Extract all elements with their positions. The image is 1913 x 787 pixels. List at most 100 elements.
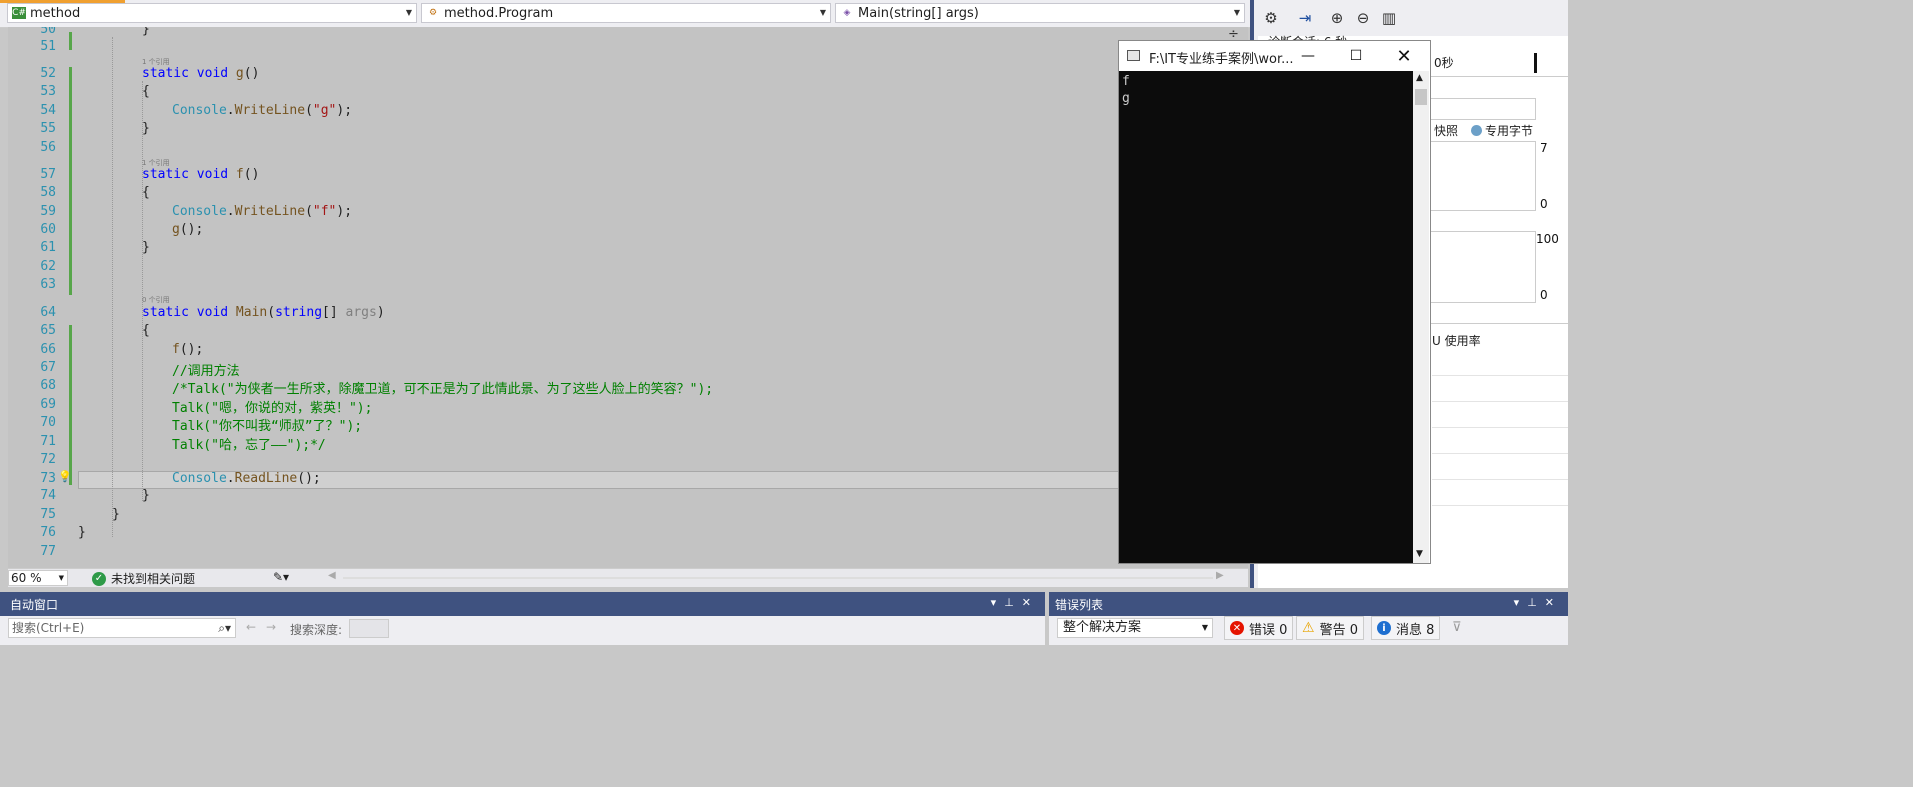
chevron-down-icon: ▼	[58, 574, 64, 582]
scroll-up-icon[interactable]: ▲	[1416, 73, 1423, 83]
scope-label: 整个解决方案	[1063, 620, 1142, 635]
timeline-cursor[interactable]	[1534, 53, 1537, 73]
comment-line: /*Talk("为侠者一生所求，除魔卫道，可不正是为了此情此景、为了这些人脸上的…	[172, 382, 714, 397]
snapshot-legend: 快照	[1434, 124, 1459, 138]
lightbulb-icon[interactable]: 💡	[58, 470, 72, 483]
cpu-graph	[1428, 231, 1536, 303]
code-line: static void g()	[142, 66, 260, 81]
project-dropdown-label: method	[30, 5, 81, 21]
chevron-down-icon: ▼	[1233, 8, 1240, 17]
code-editor[interactable]: 50 51 52 53 54 55 56 57 58 59 60 61 62 63 64 65 66 67 68 69…	[8, 27, 1248, 568]
zoom-dropdown[interactable]: 60 % ▼	[8, 570, 68, 586]
code-line: }	[142, 27, 150, 37]
filter-icon[interactable]: ⊽	[1452, 620, 1462, 635]
member-dropdown-label: Main(string[] args)	[858, 5, 979, 21]
messages-filter[interactable]: i 消息 8	[1371, 616, 1441, 640]
method-icon: ◈	[843, 8, 851, 18]
console-window[interactable]: F:\IT专业练手案例\wor... — ☐ ✕ f g ▲ ▼	[1118, 40, 1431, 564]
warning-icon: ⚠	[1302, 620, 1315, 636]
comment-line: Talk("你不叫我“师叔”了？");	[172, 419, 363, 434]
search-depth-label: 搜索深度:	[290, 623, 343, 637]
auto-window-title-bar: 自动窗口 ▾⊥✕	[0, 592, 1045, 616]
scroll-thumb[interactable]	[1415, 89, 1427, 105]
comment-line: //调用方法	[172, 364, 240, 379]
editor-status-bar: 60 % ▼ ✓ 未找到相关问题 ✎▾ ◀ ▶	[8, 568, 1248, 587]
line-number: 67	[40, 360, 56, 375]
line-number: 59	[40, 204, 56, 219]
cpu-usage-label: U 使用率	[1432, 334, 1481, 348]
line-number: 61	[40, 240, 56, 255]
indent-guide	[142, 81, 144, 501]
minimize-icon[interactable]: —	[1285, 41, 1331, 71]
code-line: Console.ReadLine();	[172, 471, 321, 486]
line-number: 68	[40, 378, 56, 393]
maximize-icon[interactable]: ☐	[1333, 41, 1379, 71]
line-number: 72	[40, 452, 56, 467]
search-input[interactable]: 搜索(Ctrl+E) ⌕▾	[8, 618, 236, 638]
timeline-label: 0秒	[1434, 56, 1454, 70]
info-icon: i	[1377, 621, 1391, 635]
line-number: 66	[40, 342, 56, 357]
code-line: f();	[172, 342, 204, 357]
code-line: static void Main(string[] args)	[142, 305, 385, 320]
reference-count[interactable]: 0 个引用	[142, 295, 170, 305]
search-icon[interactable]: ⌕▾	[218, 619, 231, 637]
line-number: 54	[40, 103, 56, 118]
scroll-left-icon[interactable]: ◀	[328, 570, 336, 581]
horizontal-scrollbar[interactable]	[343, 577, 1213, 579]
filter-box[interactable]	[1428, 98, 1536, 120]
line-number: 56	[40, 140, 56, 155]
scroll-down-icon[interactable]: ▼	[1416, 549, 1423, 559]
console-scrollbar[interactable]: ▲ ▼	[1413, 71, 1429, 563]
diagnostic-toolbar: ⚙ ⇥ ⊕ ⊖ ▥	[1254, 4, 1568, 32]
line-number: 52	[40, 66, 56, 81]
messages-count: 消息 8	[1396, 622, 1435, 638]
member-dropdown[interactable]: ◈ Main(string[] args) ▼	[835, 3, 1245, 23]
class-dropdown-label: method.Program	[444, 5, 554, 21]
line-number: 65	[40, 323, 56, 338]
change-marker	[69, 325, 72, 485]
line-number: 75	[40, 507, 56, 522]
zoom-out-icon[interactable]: ⊖	[1350, 6, 1376, 30]
close-icon[interactable]: ✕	[1381, 41, 1427, 71]
errors-filter[interactable]: ✕ 错误 0	[1224, 616, 1294, 640]
cpu-axis-max: 100	[1536, 232, 1559, 246]
back-arrow-icon[interactable]: ←	[246, 620, 256, 634]
navigation-bar: C# method ▼ ⚙ method.Program ▼ ◈ Main(st…	[0, 0, 1250, 28]
line-number: 69	[40, 397, 56, 412]
scroll-right-icon[interactable]: ▶	[1216, 570, 1224, 581]
code-line: }	[78, 525, 86, 540]
forward-arrow-icon[interactable]: →	[266, 620, 276, 634]
export-icon[interactable]: ⇥	[1292, 6, 1318, 30]
panel-buttons[interactable]: ▾⊥✕	[1514, 596, 1562, 609]
console-title-bar[interactable]: F:\IT专业练手案例\wor... — ☐ ✕	[1119, 41, 1430, 71]
memory-graph	[1428, 141, 1536, 211]
console-app-icon	[1127, 50, 1140, 61]
code-line: }	[142, 240, 150, 255]
brush-icon[interactable]: ✎▾	[273, 570, 289, 584]
search-placeholder: 搜索(Ctrl+E)	[12, 621, 85, 635]
warnings-filter[interactable]: ⚠ 警告 0	[1296, 616, 1364, 640]
code-line: {	[142, 185, 150, 200]
chevron-down-icon: ▼	[819, 8, 826, 17]
code-line: {	[142, 84, 150, 99]
change-marker	[69, 32, 72, 50]
code-line: {	[142, 323, 150, 338]
scope-dropdown[interactable]: 整个解决方案 ▼	[1057, 618, 1213, 638]
chart-icon[interactable]: ▥	[1376, 6, 1402, 30]
search-depth-dropdown[interactable]	[349, 619, 389, 638]
project-dropdown[interactable]: C# method ▼	[7, 3, 417, 23]
csharp-project-icon: C#	[12, 7, 26, 19]
line-number: 70	[40, 415, 56, 430]
issues-indicator[interactable]: ✓ 未找到相关问题	[92, 570, 195, 587]
comment-line: Talk("嗯，你说的对，紫英！");	[172, 401, 373, 416]
memory-axis-max: 7	[1540, 141, 1548, 155]
class-dropdown[interactable]: ⚙ method.Program ▼	[421, 3, 831, 23]
cpu-axis-min: 0	[1540, 288, 1548, 302]
chevron-down-icon: ▼	[1201, 623, 1208, 632]
gear-icon[interactable]: ⚙	[1258, 6, 1284, 30]
zoom-in-icon[interactable]: ⊕	[1324, 6, 1350, 30]
line-number: 74	[40, 488, 56, 503]
panel-buttons[interactable]: ▾⊥✕	[991, 596, 1039, 609]
line-number: 53	[40, 84, 56, 99]
